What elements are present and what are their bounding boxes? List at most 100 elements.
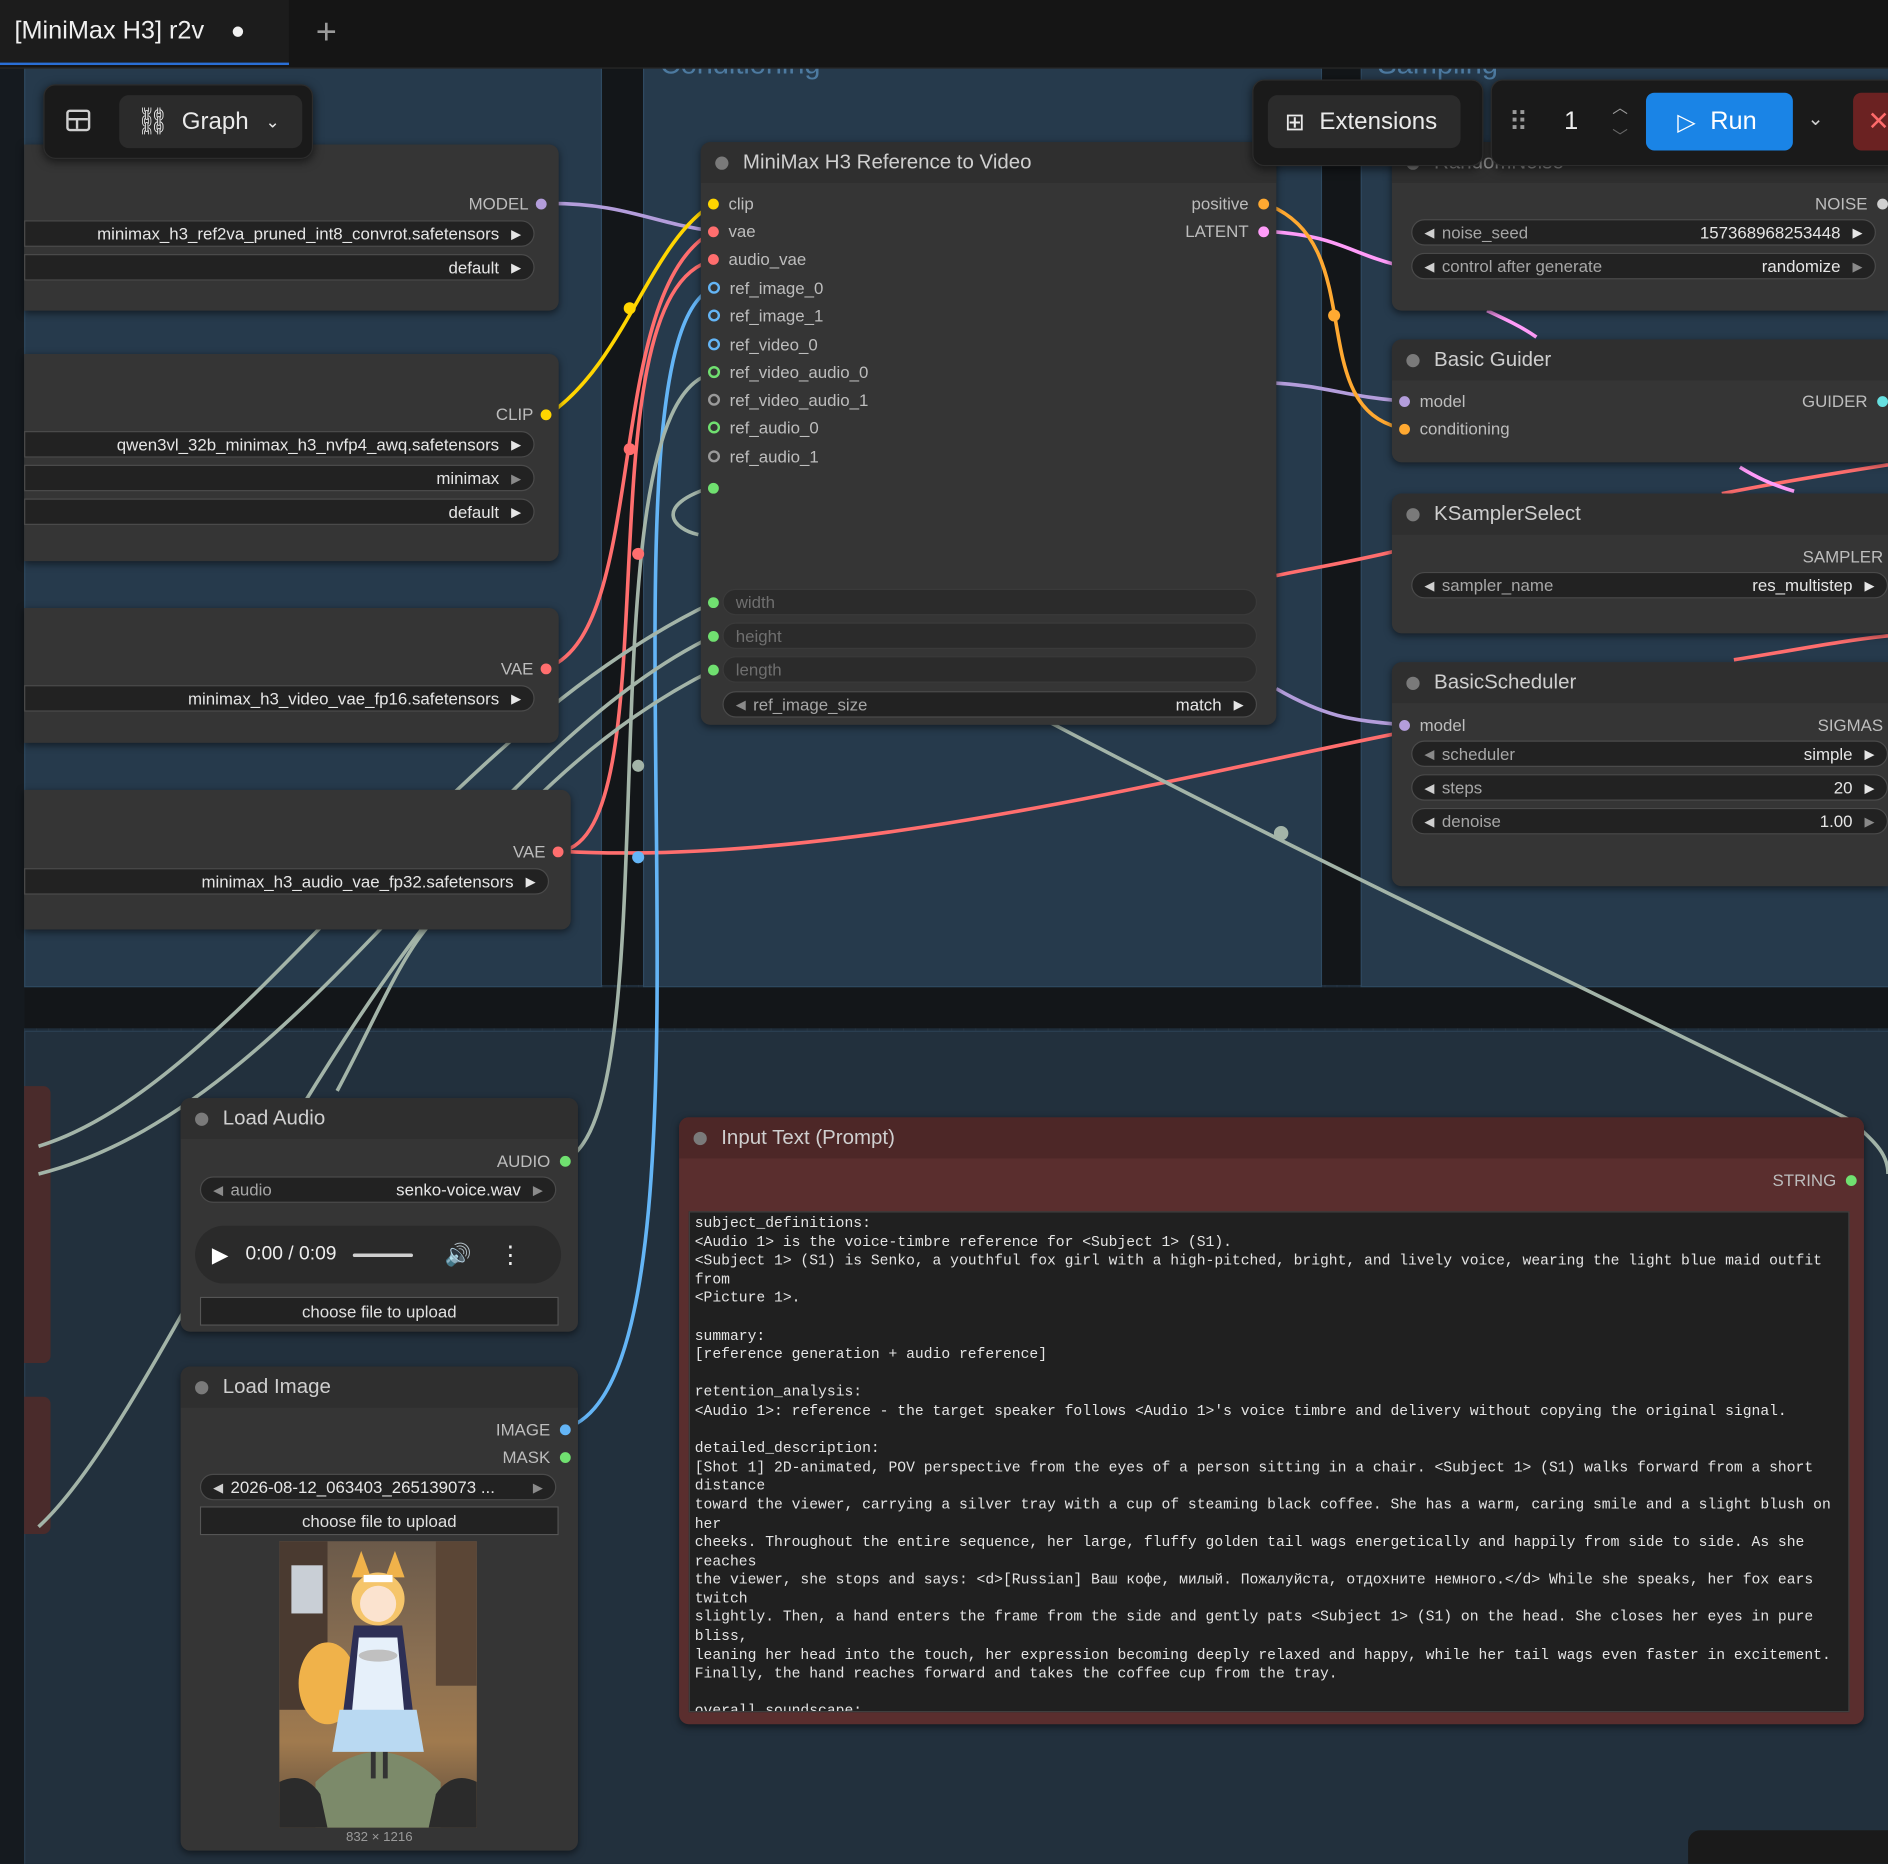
input-pin-conditioning[interactable] <box>1399 423 1410 435</box>
denoise-widget[interactable]: ◀ denoise 1.00 ▶ <box>1411 807 1888 835</box>
input-pin-extra[interactable] <box>707 482 719 494</box>
cancel-run-button[interactable]: ✕ <box>1853 92 1888 151</box>
right-arrow-icon[interactable]: ▶ <box>533 1182 543 1197</box>
more-options-icon[interactable]: ⋮ <box>498 1240 522 1270</box>
control-after-generate-widget[interactable]: ◀ control after generate randomize ▶ <box>1411 252 1876 280</box>
width-widget[interactable]: width <box>722 588 1258 616</box>
input-pin-image[interactable] <box>707 309 721 322</box>
audio-vae-name-widget[interactable]: minimax_h3_audio_vae_fp32.safetensors ▶ <box>24 868 550 895</box>
clip-name-widget[interactable]: qwen3vl_32b_minimax_h3_nvfp4_awq.safeten… <box>24 431 535 458</box>
weight-dtype-widget[interactable]: default ▶ <box>24 254 535 281</box>
output-pin-model[interactable] <box>535 198 547 209</box>
length-widget[interactable]: length <box>722 656 1258 683</box>
run-options-chevron-icon[interactable]: ⌄ <box>1807 107 1823 131</box>
extensions-button[interactable]: ⊞ Extensions <box>1267 95 1461 149</box>
output-pin-guider[interactable] <box>1877 395 1888 407</box>
node-collapse-dot[interactable] <box>1406 676 1420 690</box>
noise-seed-widget[interactable]: ◀ noise_seed 157368968253448 ▶ <box>1411 219 1876 246</box>
input-pin-audio[interactable] <box>707 450 721 463</box>
left-arrow-icon[interactable]: ◀ <box>736 697 746 712</box>
node-collapse-dot[interactable] <box>195 1111 209 1126</box>
node-clip-loader[interactable]: CLIP qwen3vl_32b_minimax_h3_nvfp4_awq.sa… <box>24 353 559 562</box>
right-arrow-icon[interactable]: ▶ <box>1865 746 1875 761</box>
graph-mode-button[interactable]: ⛓ Graph ⌄ <box>119 95 303 149</box>
batch-count-input[interactable]: 1 <box>1564 107 1578 136</box>
left-arrow-icon[interactable]: ◀ <box>1424 746 1434 761</box>
node-input-text[interactable]: Input Text (Prompt) STRING subject_defin… <box>679 1117 1864 1725</box>
node-load-image[interactable]: Load Image IMAGE MASK ◀ 2026-08-12_06340… <box>180 1366 578 1851</box>
ref-image-size-widget[interactable]: ◀ ref_image_size match ▶ <box>722 691 1258 718</box>
right-arrow-icon[interactable]: ▶ <box>511 226 521 241</box>
right-arrow-icon[interactable]: ▶ <box>1234 697 1244 712</box>
bottom-right-panel[interactable] <box>1688 1830 1888 1864</box>
right-arrow-icon[interactable]: ▶ <box>511 691 521 706</box>
input-pin-audio[interactable] <box>707 393 721 406</box>
left-arrow-icon[interactable]: ◀ <box>1424 577 1434 593</box>
drag-handle-icon[interactable]: ⠿ <box>1509 107 1528 138</box>
right-arrow-icon[interactable]: ▶ <box>1853 225 1863 240</box>
right-arrow-icon[interactable]: ▶ <box>526 874 536 889</box>
node-unet-loader[interactable]: MODEL minimax_h3_ref2va_pruned_int8_conv… <box>24 144 559 311</box>
output-pin-mask[interactable] <box>559 1451 571 1463</box>
input-pin-clip[interactable] <box>707 198 719 209</box>
input-pin-model[interactable] <box>1399 395 1410 407</box>
steps-widget[interactable]: ◀ steps 20 ▶ <box>1411 774 1888 801</box>
decrement-chevron-icon[interactable]: ﹀ <box>1612 124 1628 147</box>
left-arrow-icon[interactable]: ◀ <box>1424 225 1434 240</box>
input-pin-width[interactable] <box>707 597 719 609</box>
node-header[interactable]: BasicScheduler <box>1391 662 1888 704</box>
output-pin-positive[interactable] <box>1258 198 1270 209</box>
right-arrow-icon[interactable]: ▶ <box>511 436 521 452</box>
left-arrow-icon[interactable]: ◀ <box>213 1479 223 1494</box>
right-arrow-icon[interactable]: ▶ <box>1853 258 1863 273</box>
node-collapse-dot[interactable] <box>693 1131 707 1145</box>
output-pin-image[interactable] <box>559 1423 571 1435</box>
right-arrow-icon[interactable]: ▶ <box>511 470 521 485</box>
input-pin-height[interactable] <box>707 630 719 642</box>
left-arrow-icon[interactable]: ◀ <box>1424 258 1434 273</box>
node-header[interactable]: KSamplerSelect <box>1391 493 1888 535</box>
node-basic-guider[interactable]: Basic Guider model conditioning GUIDER <box>1391 339 1888 463</box>
height-widget[interactable]: height <box>722 622 1258 649</box>
clip-type-widget[interactable]: minimax ▶ <box>24 464 535 492</box>
node-collapse-dot[interactable] <box>1406 353 1420 367</box>
workflow-tab[interactable]: [MiniMax H3] r2v ● <box>0 0 289 66</box>
node-header[interactable]: Load Audio <box>180 1098 578 1140</box>
node-ksampler-select[interactable]: KSamplerSelect SAMPLER ◀ sampler_name re… <box>1391 493 1888 634</box>
audio-file-widget[interactable]: ◀ audio senko-voice.wav ▶ <box>199 1176 557 1203</box>
audio-progress-bar[interactable] <box>353 1252 414 1257</box>
right-arrow-icon[interactable]: ▶ <box>1865 577 1875 593</box>
input-pin-audio[interactable] <box>707 421 721 434</box>
output-pin-vae[interactable] <box>540 662 552 674</box>
node-random-noise[interactable]: RandomNoise NOISE ◀ noise_seed 157368968… <box>1391 142 1888 311</box>
node-minimax-ref-to-video[interactable]: MiniMax H3 Reference to Video clip vae a… <box>700 142 1277 725</box>
image-file-widget[interactable]: ◀ 2026-08-12_063403_265139073 ... ▶ <box>199 1473 557 1501</box>
choose-file-button[interactable]: choose file to upload <box>199 1506 559 1536</box>
output-pin-string[interactable] <box>1845 1174 1857 1186</box>
new-tab-button[interactable]: + <box>308 12 344 53</box>
increment-chevron-icon[interactable]: ︿ <box>1612 95 1628 118</box>
output-pin-vae[interactable] <box>552 845 564 857</box>
audio-player[interactable]: ▶ 0:00 / 0:09 🔊 ⋮ <box>195 1225 562 1284</box>
right-arrow-icon[interactable]: ▶ <box>511 259 521 275</box>
node-collapse-dot[interactable] <box>715 155 729 170</box>
run-button[interactable]: ▷ Run <box>1645 92 1793 151</box>
output-pin-audio[interactable] <box>559 1155 571 1167</box>
output-pin-noise[interactable] <box>1877 198 1888 209</box>
panel-toggle-icon[interactable] <box>66 109 91 132</box>
input-pin-video[interactable] <box>707 338 721 351</box>
input-pin-audio-vae[interactable] <box>707 253 719 265</box>
node-basic-scheduler[interactable]: BasicScheduler model SIGMAS ◀ scheduler … <box>1391 662 1888 887</box>
unet-name-widget[interactable]: minimax_h3_ref2va_pruned_int8_convrot.sa… <box>24 220 535 247</box>
node-header[interactable]: Input Text (Prompt) <box>679 1117 1864 1159</box>
node-header[interactable]: Basic Guider <box>1391 339 1888 381</box>
play-icon[interactable]: ▶ <box>212 1242 229 1267</box>
node-load-audio[interactable]: Load Audio AUDIO ◀ audio senko-voice.wav… <box>180 1098 578 1332</box>
output-pin-latent[interactable] <box>1258 225 1270 237</box>
input-pin-vae[interactable] <box>707 225 719 237</box>
volume-icon[interactable]: 🔊 <box>445 1242 472 1267</box>
left-arrow-icon[interactable]: ◀ <box>213 1182 223 1197</box>
right-arrow-icon[interactable]: ▶ <box>1865 813 1875 829</box>
scheduler-widget[interactable]: ◀ scheduler simple ▶ <box>1411 740 1888 767</box>
node-header[interactable]: Load Image <box>180 1366 578 1408</box>
